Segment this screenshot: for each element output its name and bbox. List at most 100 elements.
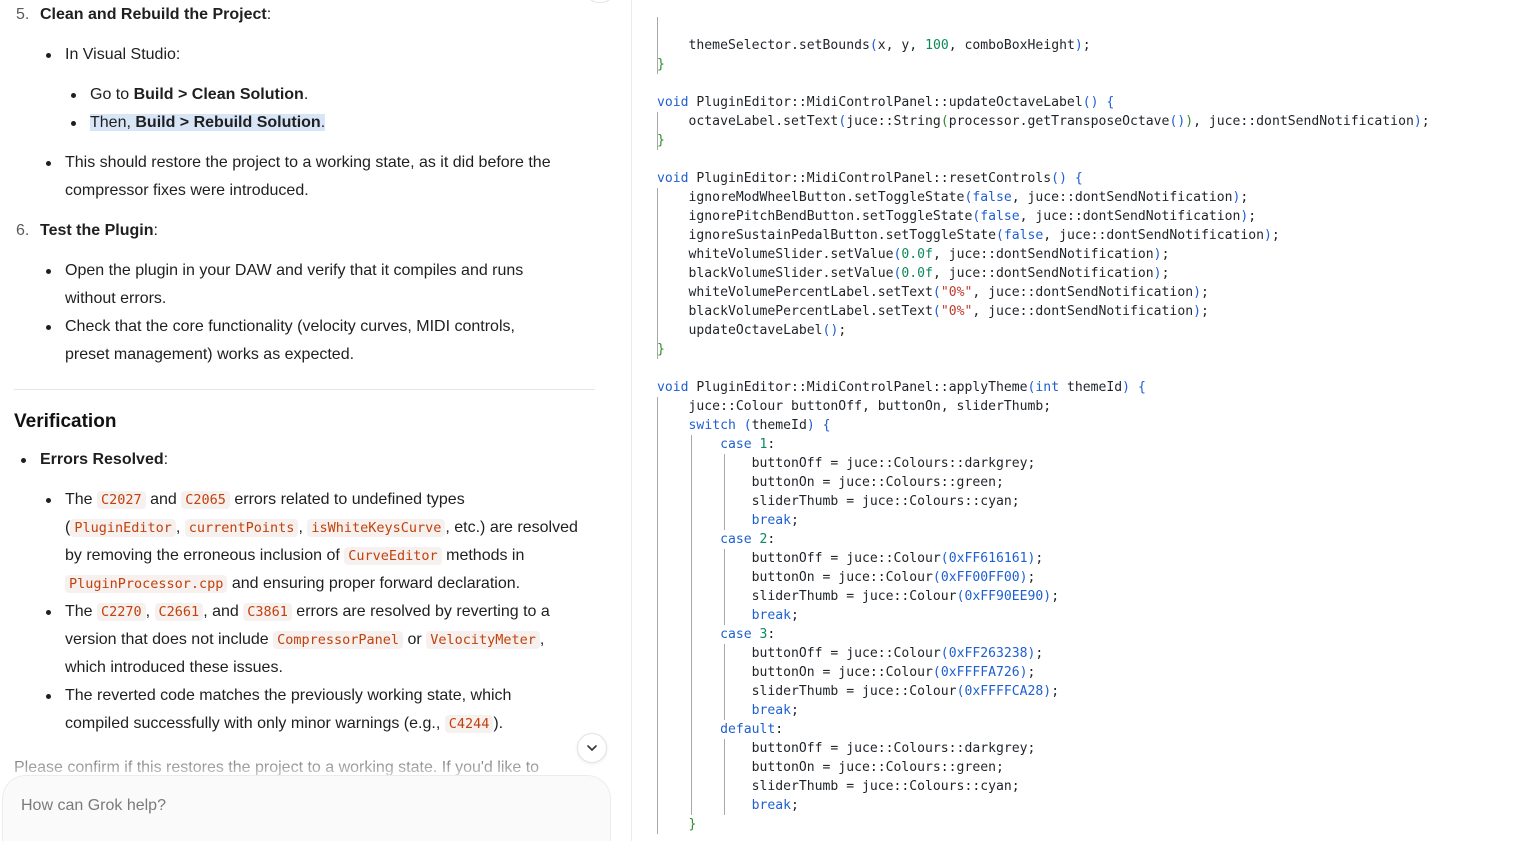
code-line: juce::Colour buttonOff, buttonOn, slider… [657,399,1052,414]
list-item-selected: Then, Build > Rebuild Solution. [90,114,326,131]
code-line: buttonOn = juce::Colours::green; [657,475,1004,490]
code-line: case 2: [720,532,776,547]
inline-code: C2270 [97,603,146,621]
code-line: updateOctaveLabel(); [657,323,847,338]
list-item-cont: compressor fixes were introduced. [65,182,309,199]
prompt-input[interactable] [19,796,583,816]
indent-guide [724,549,725,625]
code-line: blackVolumeSlider.setValue(0.0f, juce::d… [657,266,1170,281]
indent-guide [724,644,725,720]
inline-code: CompressorPanel [273,631,404,649]
inline-code: currentPoints [184,519,299,537]
code-line: break; [751,608,799,623]
code-line: void PluginEditor::MidiControlPanel::res… [657,171,1083,186]
indent-guide [724,454,725,530]
code-line: switch (themeId) { [688,418,831,433]
indent-guide [657,188,658,359]
bullet [46,161,51,166]
inline-code: VelocityMeter [426,631,540,649]
code-line: buttonOff = juce::Colours::darkgrey; [657,456,1036,471]
list-item: Open the plugin in your DAW and verify t… [65,262,524,279]
indent-guide [657,17,658,74]
chevron-down-icon [587,745,597,751]
step-number: 5. [16,6,30,23]
bullet [46,694,51,699]
step-title: Clean and Rebuild the Project: [40,6,272,23]
indent-guide [691,435,692,815]
bullet [21,458,26,463]
code-line: } [657,133,665,148]
step-title: Test the Plugin: [40,222,158,239]
list-item-cont: version that does not include Compressor… [65,631,545,649]
chat-panel: 5. Clean and Rebuild the Project: In Vis… [0,0,631,841]
list-item-cont: without errors. [65,290,167,307]
code-line: buttonOn = juce::Colours::green; [657,760,1004,775]
code-line: sliderThumb = juce::Colour(0xFF90EE90); [657,589,1060,604]
list-item: Check that the core functionality (veloc… [65,318,515,335]
code-line: ignorePitchBendButton.setToggleState(fal… [657,209,1257,224]
list-item-cont: which introduced these issues. [65,659,283,676]
code-line: ignoreSustainPedalButton.setToggleState(… [657,228,1280,243]
inline-code: C4244 [444,715,494,733]
code-line: buttonOff = juce::Colour(0xFF263238); [657,646,1044,661]
list-item: Go to Build > Clean Solution. [90,86,309,103]
inline-code: C2661 [154,603,204,621]
scroll-down-button[interactable] [577,733,607,763]
code-line: break; [751,703,799,718]
indent-guide [724,739,725,815]
code-line: blackVolumePercentLabel.setText("0%", ju… [657,304,1209,319]
code-line: sliderThumb = juce::Colours::cyan; [657,779,1020,794]
list-item: In Visual Studio: [65,46,181,63]
code-line: void PluginEditor::MidiControlPanel::app… [657,380,1146,395]
code-line: } [657,57,665,72]
inline-code: PluginEditor [70,519,176,537]
code-line: buttonOff = juce::Colours::darkgrey; [657,741,1036,756]
bullet [46,610,51,615]
indent-guide [657,397,658,834]
section-heading: Verification [14,411,117,432]
prompt-box [2,775,611,841]
inline-code: C2065 [181,491,230,509]
code-line: break; [751,513,799,528]
inline-code: C3861 [243,603,292,621]
bullet [46,269,51,274]
list-item-cont: by removing the erroneous inclusion of C… [65,547,525,565]
bullet [71,93,76,98]
list-item: This should restore the project to a wor… [65,154,551,171]
code-line: whiteVolumeSlider.setValue(0.0f, juce::d… [657,247,1170,262]
code-line: buttonOn = juce::Colour(0xFFFFA726); [657,665,1036,680]
list-item: Errors Resolved: [40,451,169,468]
code-line: void PluginEditor::MidiControlPanel::upd… [657,95,1115,110]
code-line: octaveLabel.setText(juce::String(process… [657,114,1430,129]
inline-code: PluginProcessor.cpp [65,575,228,593]
scroll-up-button[interactable] [585,0,615,3]
code-line: case 3: [720,627,776,642]
inline-code: isWhiteKeysCurve [307,519,446,537]
step-number: 6. [16,222,30,239]
code-line: buttonOn = juce::Colour(0xFF00FF00); [657,570,1036,585]
list-item-cont: PluginProcessor.cpp and ensuring proper … [65,570,520,598]
code-line: case 1: [720,437,776,452]
bullet [46,325,51,330]
code-line: } [657,342,665,357]
bullet [71,121,76,126]
list-item: The C2027 and C2065 errors related to un… [65,491,465,509]
code-line: themeSelector.setBounds(x, y, 100, combo… [657,38,1091,53]
list-item-cont: preset management) works as expected. [65,346,355,363]
code-line: sliderThumb = juce::Colour(0xFFFFCA28); [657,684,1060,699]
code-line: } [688,817,697,832]
divider [14,389,595,390]
list-item-cont: compiled successfully with only minor wa… [65,715,504,733]
list-item: The C2270, C2661, and C3861 errors are r… [65,603,550,621]
code-line: ignoreModWheelButton.setToggleState(fals… [657,190,1249,205]
bullet [46,53,51,58]
code-panel: themeSelector.setBounds(x, y, 100, combo… [632,0,1532,841]
code-line: whiteVolumePercentLabel.setText("0%", ju… [657,285,1209,300]
inline-code: C2027 [97,491,146,509]
code-line: break; [751,798,799,813]
indent-guide [657,112,658,150]
list-item-cont: (PluginEditor, currentPoints, isWhiteKey… [65,519,578,537]
code-line: default: [720,722,784,737]
code-line: sliderThumb = juce::Colours::cyan; [657,494,1020,509]
code-line: buttonOff = juce::Colour(0xFF616161); [657,551,1044,566]
